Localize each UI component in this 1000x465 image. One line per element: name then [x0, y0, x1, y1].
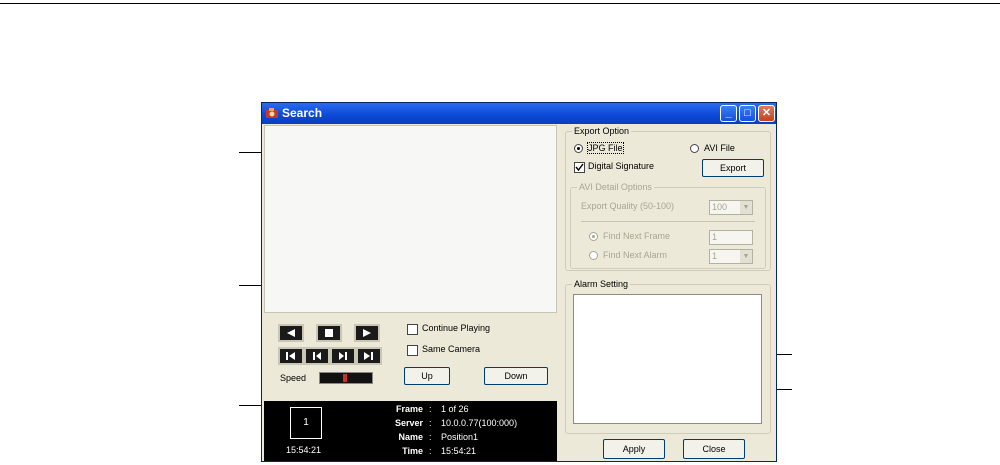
- same-camera-checkbox[interactable]: [407, 345, 418, 356]
- export-quality-select[interactable]: 100 ▼: [709, 200, 753, 215]
- same-camera-label: Same Camera: [422, 344, 481, 354]
- next-frame-button[interactable]: [330, 347, 356, 365]
- stop-button[interactable]: [316, 324, 342, 342]
- clock-readout: 15:54:21: [286, 445, 322, 455]
- continue-playing-label: Continue Playing: [422, 323, 491, 333]
- time-separator: :: [429, 446, 432, 456]
- export-option-title: Export Option: [572, 126, 632, 136]
- title-bar[interactable]: Search _ □ ✕: [262, 103, 776, 124]
- info-panel: 1 15:54:21 Frame : 1 of 26 Server : 10.0…: [264, 401, 557, 461]
- find-next-frame-radio[interactable]: [589, 232, 598, 241]
- frame-value: 1 of 26: [441, 404, 469, 414]
- speed-label: Speed: [280, 373, 307, 383]
- export-quality-label: Export Quality (50-100): [581, 201, 675, 211]
- last-frame-icon: [364, 352, 373, 360]
- close-button[interactable]: Close: [683, 439, 745, 459]
- avi-file-radio[interactable]: [690, 144, 699, 153]
- jpg-file-radio[interactable]: [574, 144, 583, 153]
- time-label: Time: [402, 446, 423, 456]
- search-window: Search _ □ ✕ Speed Continue Playing Same…: [261, 102, 777, 462]
- name-value: Position1: [441, 432, 479, 442]
- time-value: 15:54:21: [441, 446, 477, 456]
- maximize-button[interactable]: □: [739, 105, 756, 122]
- minimize-button[interactable]: _: [720, 105, 737, 122]
- down-button[interactable]: Down: [484, 367, 548, 385]
- alarm-setting-title: Alarm Setting: [572, 279, 631, 289]
- next-frame-icon: [339, 352, 347, 360]
- previous-frame-button[interactable]: [304, 347, 330, 365]
- checkmark-icon: [575, 163, 584, 172]
- find-next-frame-radio-dot: [592, 235, 595, 238]
- avi-detail-divider: [581, 221, 755, 222]
- server-separator: :: [429, 418, 432, 428]
- avi-detail-title: AVI Detail Options: [577, 182, 654, 192]
- close-window-button[interactable]: ✕: [758, 105, 775, 122]
- find-next-alarm-label: Find Next Alarm: [603, 250, 668, 260]
- play-reverse-icon: [287, 329, 295, 337]
- right-panel: Export Option JPG File AVI File Digital …: [561, 125, 774, 459]
- window-title: Search: [282, 106, 323, 120]
- find-next-alarm-radio[interactable]: [589, 251, 598, 260]
- avi-detail-group: AVI Detail Options Export Quality (50-10…: [570, 182, 766, 269]
- apply-button[interactable]: Apply: [603, 439, 665, 459]
- last-frame-button[interactable]: [356, 347, 382, 365]
- avi-file-label: AVI File: [704, 143, 735, 153]
- export-quality-value: 100: [712, 202, 728, 212]
- export-button[interactable]: Export: [702, 159, 764, 177]
- play-icon: [363, 329, 371, 337]
- export-option-group: Export Option JPG File AVI File Digital …: [565, 126, 771, 271]
- previous-frame-icon: [313, 352, 321, 360]
- up-button[interactable]: Up: [404, 367, 450, 385]
- camera-number: 1: [290, 407, 322, 439]
- jpg-file-radio-dot: [577, 147, 580, 150]
- frame-label: Frame: [395, 404, 423, 414]
- speed-slider[interactable]: [319, 372, 373, 384]
- name-separator: :: [429, 432, 432, 442]
- server-label: Server: [394, 418, 423, 428]
- camera-icon: [266, 108, 278, 118]
- play-button[interactable]: [354, 324, 380, 342]
- jpg-file-label: JPG File: [587, 142, 624, 154]
- stop-icon: [325, 329, 333, 337]
- dropdown-arrow-icon[interactable]: ▼: [740, 250, 752, 263]
- first-frame-icon: [286, 352, 295, 360]
- digital-signature-label: Digital Signature: [588, 161, 655, 171]
- digital-signature-checkbox[interactable]: [574, 162, 585, 173]
- server-value: 10.0.0.77(100:000): [441, 418, 518, 428]
- play-reverse-button[interactable]: [278, 324, 304, 342]
- frame-separator: :: [429, 404, 432, 414]
- close-icon: ✕: [761, 107, 772, 119]
- speed-slider-thumb[interactable]: [343, 374, 347, 382]
- continue-playing-checkbox[interactable]: [407, 324, 418, 335]
- name-label: Name: [398, 432, 423, 442]
- dropdown-arrow-icon[interactable]: ▼: [740, 201, 752, 214]
- alarm-list[interactable]: [573, 294, 762, 424]
- find-next-alarm-select[interactable]: 1 ▼: [709, 249, 753, 264]
- minimize-icon: _: [725, 107, 732, 119]
- playback-controls: Speed Continue Playing Same Camera Up Do…: [264, 314, 557, 401]
- first-frame-button[interactable]: [278, 347, 304, 365]
- find-next-frame-label: Find Next Frame: [603, 231, 671, 241]
- find-next-alarm-value: 1: [712, 251, 718, 261]
- find-next-frame-input[interactable]: 1: [709, 230, 753, 245]
- video-viewport[interactable]: [264, 125, 557, 313]
- maximize-icon: □: [744, 107, 751, 119]
